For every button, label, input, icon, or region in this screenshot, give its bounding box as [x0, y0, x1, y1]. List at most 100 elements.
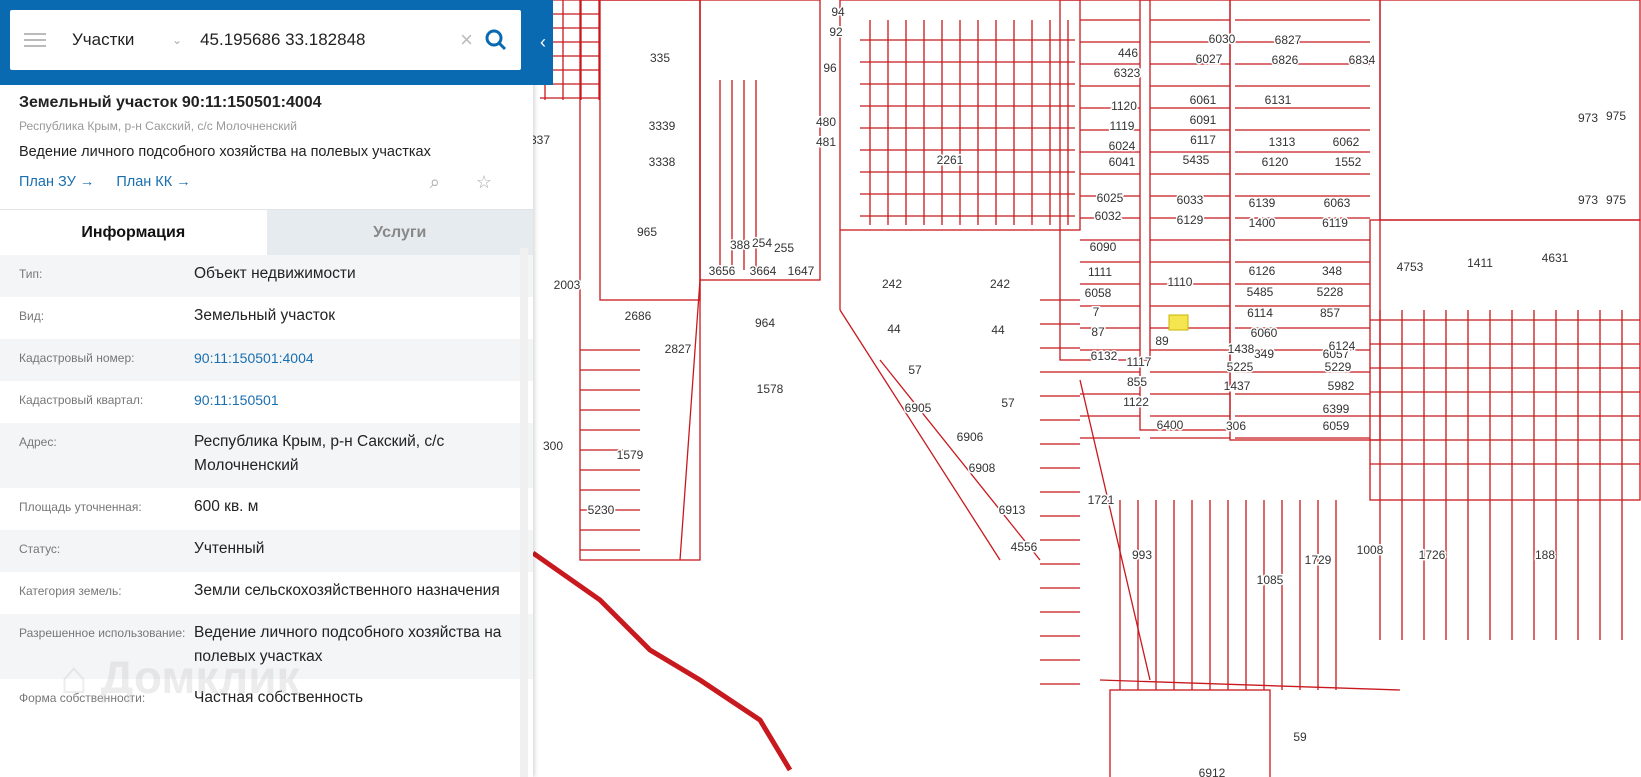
parcel-number-label: 348: [1322, 264, 1342, 278]
selected-parcel[interactable]: [1168, 314, 1189, 331]
parcel-number-label: 57: [1001, 396, 1015, 410]
info-label: Форма собственности:: [19, 691, 146, 705]
district-boundary: [531, 550, 793, 772]
info-value[interactable]: 90:11:150501: [194, 388, 513, 412]
parcel-number-label: 6030: [1209, 32, 1236, 46]
plan-zu-link[interactable]: План ЗУ →: [19, 174, 94, 190]
parcel-number-label: 1578: [757, 382, 784, 396]
parcel-number-label: 1726: [1419, 548, 1446, 562]
parcel-number-label: 1552: [1335, 155, 1362, 169]
parcel-number-label: 965: [637, 225, 657, 239]
parcel-number-label: 6090: [1090, 240, 1117, 254]
parcel-number-label: 6908: [969, 461, 996, 475]
parcel-number-label: 3664: [750, 264, 777, 278]
parcel-boundary: [1109, 689, 1271, 777]
info-label: Статус:: [19, 542, 61, 556]
info-row: Кадастровый квартал: 90:11:150501: [0, 381, 533, 423]
parcel-number-label: 857: [1320, 306, 1340, 320]
collapse-panel-button[interactable]: ‹: [533, 0, 553, 85]
info-row: Кадастровый номер: 90:11:150501:4004: [0, 339, 533, 381]
parcel-boundary: [879, 359, 1041, 561]
star-icon[interactable]: ☆: [476, 172, 492, 193]
info-value: Земельный участок: [194, 307, 336, 324]
parcel-number-label: 6062: [1333, 135, 1360, 149]
menu-icon[interactable]: [24, 33, 46, 47]
parcel-use: Ведение личного подсобного хозяйства на …: [19, 144, 431, 160]
parcel-number-label: 2686: [625, 309, 652, 323]
info-value: Учтенный: [194, 540, 265, 557]
parcel-number-label: 300: [543, 439, 563, 453]
parcel-number-label: 1122: [1123, 395, 1149, 409]
info-row: Адрес: Республика Крым, р-н Сакский, с/с …: [0, 423, 533, 488]
info-label: Вид:: [19, 309, 45, 323]
parcel-number-label: 5225: [1227, 360, 1254, 374]
parcel-number-label: 388: [730, 238, 750, 252]
parcel-number-label: 446: [1118, 46, 1138, 60]
chevron-down-icon[interactable]: ⌄: [172, 33, 182, 47]
parcel-number-label: 6913: [999, 503, 1026, 517]
parcel-number-label: 6033: [1177, 193, 1204, 207]
parcel-number-label: 89: [1155, 334, 1169, 348]
parcel-number-label: 3656: [709, 264, 736, 278]
parcel-number-label: 6399: [1323, 402, 1350, 416]
parcel-number-label: 1085: [1257, 573, 1284, 587]
parcel-number-label: 1438: [1228, 342, 1255, 356]
info-label: Кадастровый номер:: [19, 351, 135, 365]
parcel-number-label: 1437: [1224, 379, 1251, 393]
parcel-number-label: 1117: [1127, 355, 1152, 369]
parcel-boundary: [679, 279, 701, 561]
parcel-number-label: 1110: [1168, 275, 1193, 289]
parcel-number-label: 481: [816, 135, 836, 149]
info-value: Земли сельскохозяйственного назначения: [194, 582, 500, 599]
parcel-number-label: 5982: [1328, 379, 1355, 393]
info-value: Объект недвижимости: [194, 265, 356, 282]
parcel-number-label: 5228: [1317, 285, 1344, 299]
search-icon[interactable]: [485, 29, 507, 51]
parcel-number-label: 6912: [1199, 766, 1226, 777]
scrollbar[interactable]: [520, 248, 528, 777]
parcel-number-label: 44: [991, 323, 1005, 337]
info-value[interactable]: 90:11:150501:4004: [194, 346, 513, 370]
parcel-number-label: 973: [1578, 111, 1598, 125]
parcel-number-label: 255: [774, 241, 794, 255]
info-label: Разрешенное использование:: [19, 626, 186, 640]
parcel-number-label: 6058: [1085, 286, 1112, 300]
tab-info[interactable]: Информация: [0, 210, 267, 255]
parcel-number-label: 5229: [1325, 360, 1352, 374]
parcel-number-label: 349: [1254, 347, 1274, 361]
parcel-number-label: 6091: [1190, 113, 1217, 127]
plan-kk-link[interactable]: План КК →: [116, 174, 190, 190]
search-type-select[interactable]: Участки: [72, 30, 172, 50]
parcel-number-label: 188: [1535, 548, 1555, 562]
parcel-number-label: 6024: [1109, 139, 1136, 153]
clear-icon[interactable]: ×: [460, 27, 473, 53]
parcel-number-label: 1579: [617, 448, 644, 462]
parcel-number-label: 1008: [1357, 543, 1384, 557]
parcel-number-label: 4753: [1397, 260, 1424, 274]
info-value: Частная собственность: [194, 689, 364, 706]
tab-services[interactable]: Услуги: [266, 210, 533, 255]
info-row: Форма собственности: Частная собственност…: [0, 679, 533, 721]
parcel-number-label: 6114: [1247, 306, 1273, 320]
parcel-number-label: 6400: [1157, 418, 1184, 432]
parcel-number-label: 6827: [1275, 33, 1302, 47]
zoom-to-icon[interactable]: ⌕: [430, 172, 440, 193]
info-table: Тип: Объект недвижимости Вид: Земельный уча…: [0, 255, 533, 721]
parcel-number-label: 480: [816, 115, 836, 129]
info-row: Вид: Земельный участок: [0, 297, 533, 339]
info-label: Тип:: [19, 267, 43, 281]
search-input[interactable]: 45.195686 33.182848: [200, 30, 460, 50]
info-label: Кадастровый квартал:: [19, 393, 144, 407]
parcel-number-label: 6131: [1265, 93, 1292, 107]
parcel-number-label: 1313: [1269, 135, 1296, 149]
parcel-number-label: 6041: [1109, 155, 1136, 169]
info-row: Тип: Объект недвижимости: [0, 255, 533, 297]
parcel-address: Республика Крым, р-н Сакский, с/с Молочн…: [19, 119, 297, 133]
info-label: Категория земель:: [19, 584, 122, 598]
parcel-number-label: 335: [650, 51, 670, 65]
parcel-number-label: 6323: [1114, 66, 1141, 80]
parcel-title: Земельный участок 90:11:150501:4004: [19, 94, 322, 111]
parcel-number-label: 7: [1093, 305, 1100, 319]
parcel-boundary: [599, 0, 701, 301]
parcel-number-label: 6120: [1262, 155, 1289, 169]
